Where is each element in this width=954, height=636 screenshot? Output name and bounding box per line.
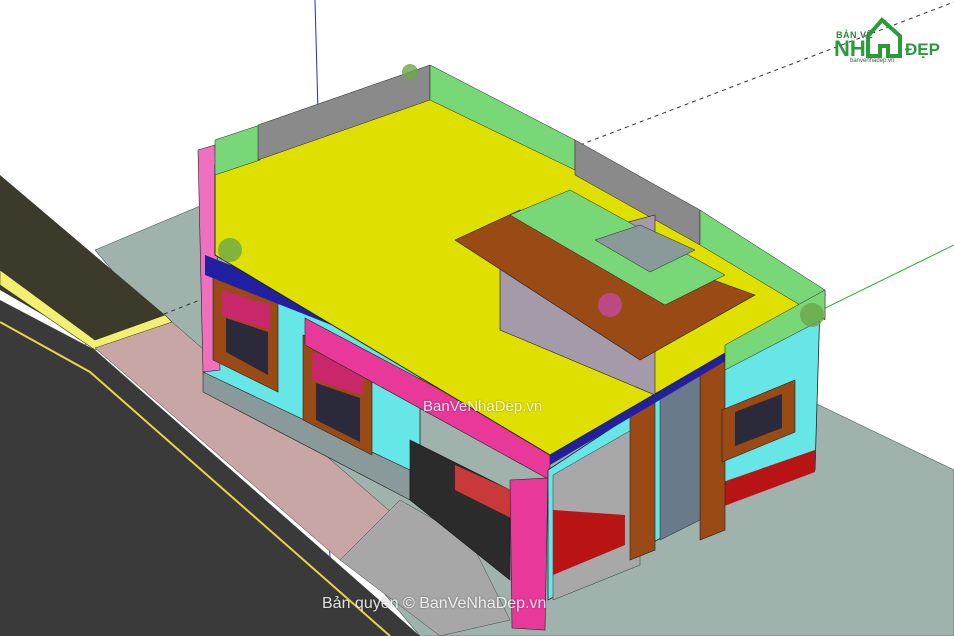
plant-1 [218, 238, 242, 262]
logo-dep-text: ĐẸP [905, 40, 940, 59]
plant-4 [598, 293, 622, 317]
house-model-render [0, 0, 954, 636]
plant-2 [402, 64, 418, 80]
watermark-bottom: Bản quyền © BanVeNhaDep.vn [322, 595, 547, 612]
plant-3 [800, 303, 824, 327]
logo-url-text: banvenhadep.vn [850, 58, 895, 64]
watermark-center: BanVeNhaDep.vn [423, 398, 543, 415]
